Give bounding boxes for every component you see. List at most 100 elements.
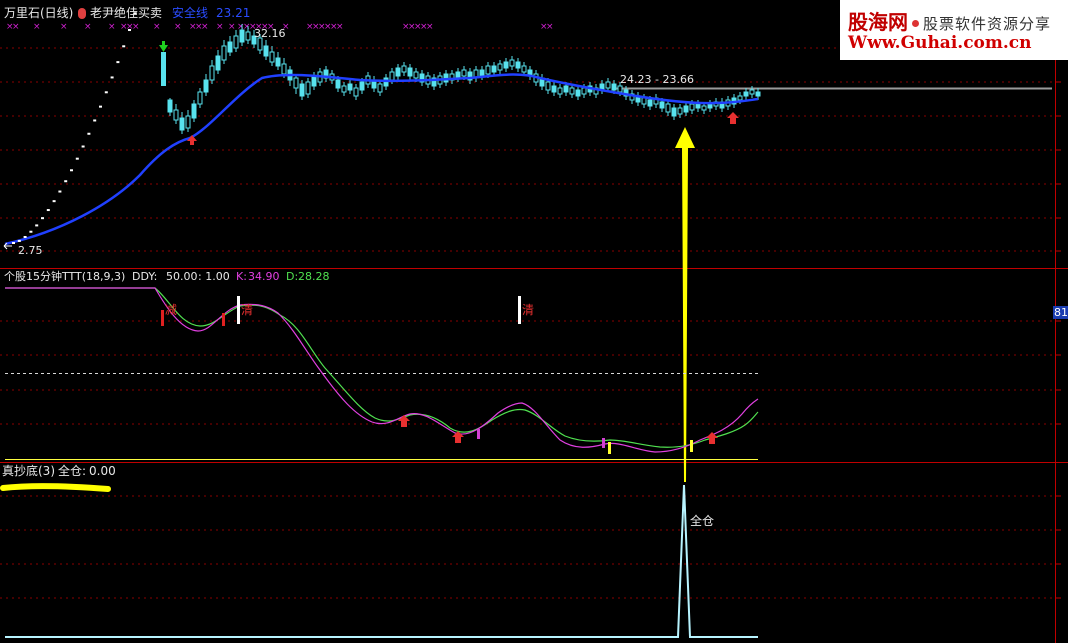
candle-body [203, 79, 209, 93]
pre-rally-markers [12, 12, 137, 244]
safety-line-value: 23.21 [216, 6, 251, 20]
candle-body [209, 65, 215, 81]
grid-lines [0, 47, 1055, 599]
pre-rally-marker [128, 29, 131, 32]
pre-rally-marker [46, 209, 50, 212]
candle-body [749, 89, 755, 95]
pre-rally-marker [99, 105, 102, 108]
stock-chart-canvas[interactable]: ×× × × × × ××× × × ××× × × ×××××× × ×××××× ××××× ×× [0, 0, 1068, 643]
candle-body [407, 67, 413, 77]
candle-body [383, 77, 389, 87]
candle-body [695, 103, 701, 109]
side-axis-value: 81. [1053, 306, 1068, 319]
candle-body [311, 75, 317, 87]
x-marker: × [12, 22, 20, 32]
candle-body [647, 99, 653, 107]
green-down-arrow-icon [159, 41, 168, 86]
ddy-value: 50.00 [166, 270, 198, 283]
candle-body [497, 63, 503, 71]
pre-rally-marker [81, 145, 85, 148]
pre-rally-marker [41, 217, 44, 220]
candle-body [413, 71, 419, 79]
pre-rally-marker [29, 230, 33, 233]
high-price-label: 32.16 [254, 27, 286, 40]
pre-rally-marker [17, 239, 21, 242]
candle-body [293, 77, 299, 89]
pre-rally-marker [75, 157, 79, 160]
candle-body [461, 69, 467, 77]
x-marker: × [33, 22, 41, 32]
candle-body [185, 115, 191, 129]
candle-body [389, 71, 395, 81]
signal-bar [222, 313, 225, 326]
bottom-indicator-title[interactable]: 真抄底(3) [2, 465, 55, 478]
signal-bar [608, 442, 611, 454]
clear-signal-text: 清 [522, 303, 535, 317]
k-label: K: [236, 270, 247, 283]
candle-body [479, 69, 485, 77]
x-marker: × [546, 22, 554, 32]
d-label: D: [286, 270, 299, 283]
dot-icon [912, 20, 919, 27]
candle-body [491, 65, 497, 73]
d-value: 28.28 [298, 270, 330, 283]
candle-body [677, 107, 683, 115]
candle-body [605, 81, 611, 89]
candle-body [545, 81, 551, 91]
indicator-title[interactable]: 老尹绝佳买卖 [90, 7, 162, 20]
full-position-signal-line [5, 484, 758, 638]
indicator-toggle-icon[interactable] [78, 8, 86, 19]
signal-bar [518, 296, 521, 324]
x-marker: × [201, 22, 209, 32]
candle-body [221, 45, 227, 61]
pre-rally-marker [64, 180, 68, 183]
candle-body [347, 83, 353, 91]
candle-body [341, 85, 347, 93]
candle-body [611, 83, 617, 91]
pre-rally-marker [12, 242, 15, 244]
watermark-url: Www.Guhai.com.cn [848, 33, 1032, 53]
candle-body [659, 101, 665, 109]
candle-body [299, 83, 305, 97]
candle-body [617, 85, 623, 93]
candle-body [239, 29, 245, 43]
pre-rally-marker [87, 132, 91, 135]
candle-body [665, 103, 671, 113]
watermark-brand-row: 股海网 股票软件资源分享 [848, 6, 1051, 35]
safety-line-label: 安全线 [172, 6, 209, 20]
pre-rally-marker [110, 76, 114, 79]
candle-body [503, 61, 509, 69]
pre-rally-marker [122, 45, 126, 48]
candle-body [671, 107, 677, 117]
candle-body [305, 81, 311, 95]
candle-body [641, 97, 647, 105]
candle-body [701, 105, 707, 111]
low-price-label: 2.75 [18, 244, 43, 257]
full-position-label: 全仓: [58, 464, 87, 478]
kdj-title[interactable]: 个股15分钟TTT(18,9,3) [4, 270, 125, 283]
pre-rally-marker [104, 91, 108, 94]
signal-bar [161, 310, 164, 326]
candle-body [485, 65, 491, 75]
pre-rally-marker [58, 190, 62, 193]
candle-body [509, 59, 515, 67]
candle-body [683, 105, 689, 113]
candle-body [179, 117, 185, 131]
candle-body [167, 99, 173, 113]
x-marker: × [228, 22, 236, 32]
candle-body [227, 41, 233, 53]
candle-body [353, 87, 359, 97]
k-line [5, 287, 759, 453]
candle-body [263, 45, 269, 57]
stock-title: 万里石(日线) [4, 6, 74, 20]
candle-body [455, 71, 461, 79]
x-marker: × [336, 22, 344, 32]
x-marker: × [108, 22, 116, 32]
candle-body [689, 103, 695, 111]
candle-body [245, 31, 251, 41]
price-range-label: 24.23 - 23.66 [620, 73, 694, 86]
signal-bar [237, 296, 240, 324]
x-marker: × [60, 22, 68, 32]
signal-bar [602, 438, 605, 448]
candle-body [335, 79, 341, 89]
